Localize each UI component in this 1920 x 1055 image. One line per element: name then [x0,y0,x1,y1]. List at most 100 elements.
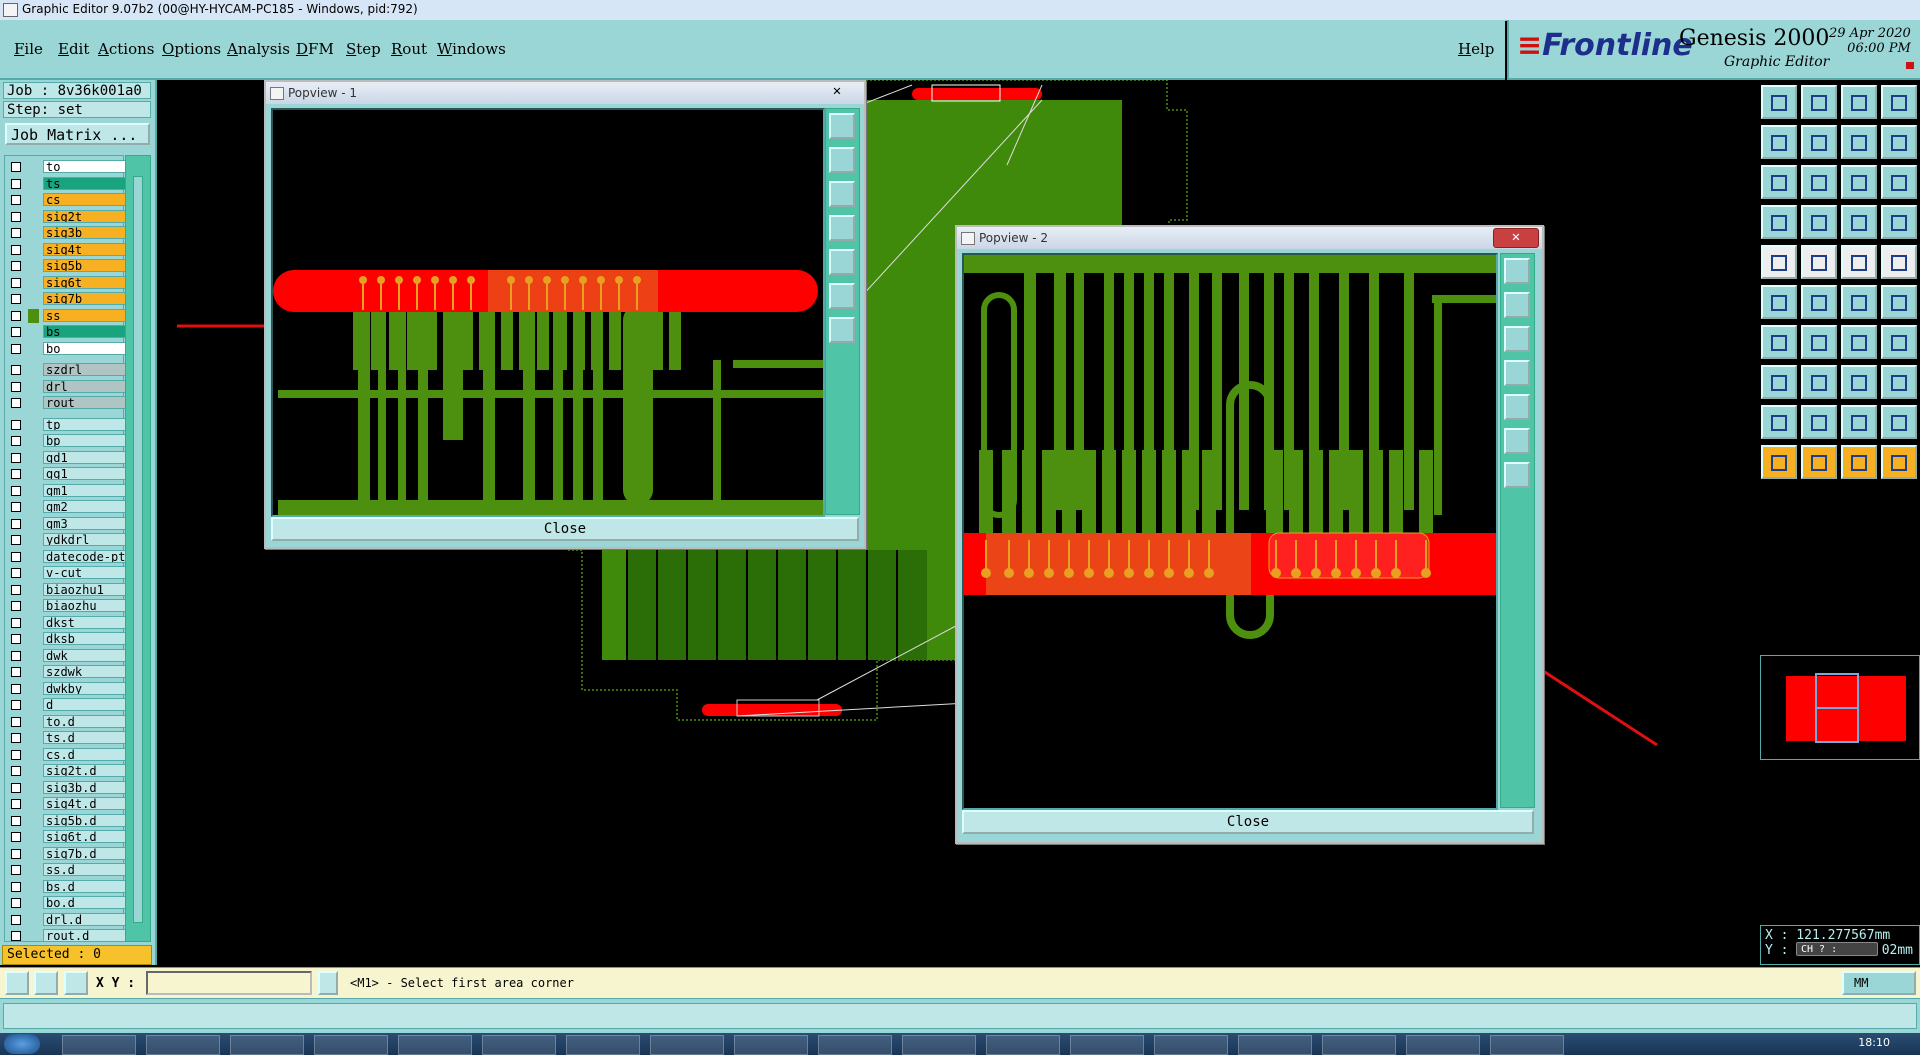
layer-row[interactable]: ts [5,176,127,191]
grid-mode-icon[interactable] [64,971,88,995]
taskbar-item[interactable] [902,1035,976,1055]
arc-icon[interactable] [1841,405,1877,439]
taskbar-item[interactable] [62,1035,136,1055]
layer-name[interactable]: sig5b [43,259,127,272]
pointer-icon[interactable] [1841,445,1877,479]
layer-name[interactable]: rout [43,396,127,409]
pointer-icon[interactable] [1801,445,1837,479]
layer-name[interactable]: tp [43,417,127,431]
layer-checkbox[interactable] [11,469,21,479]
layer-checkbox[interactable] [11,178,21,189]
layer-row[interactable]: bp [5,434,127,448]
layer-row[interactable]: rout [5,396,127,410]
layer-checkbox[interactable] [11,914,21,925]
layer-row[interactable]: biaozhu1 [5,582,127,597]
layer-name[interactable]: szdwk [43,665,127,678]
line-icon[interactable] [1841,285,1877,319]
layer-row[interactable]: gm1 [5,483,127,498]
xy-input[interactable] [146,971,312,995]
layer-name[interactable]: ydkdrl [43,533,127,546]
zoom-home-icon[interactable] [1841,85,1877,119]
layer-row[interactable]: bo [5,341,127,356]
step-icon[interactable] [1881,445,1917,479]
taskbar-item[interactable] [1238,1035,1312,1055]
snap-mode-icon[interactable] [34,971,58,995]
scrollbar-thumb[interactable] [133,176,143,923]
layer-name[interactable]: ts [43,176,127,190]
layer-checkbox[interactable] [11,436,21,446]
taskbar-item[interactable] [1490,1035,1564,1055]
layer-name[interactable]: dwkby [43,681,127,695]
menu-actions[interactable]: Actions [98,40,154,58]
arc-icon[interactable] [1841,325,1877,359]
layer-name[interactable]: dwk [43,648,127,662]
layer-checkbox[interactable] [11,733,21,743]
arc-icon[interactable] [1761,405,1797,439]
layer-checkbox[interactable] [11,244,21,255]
layer-checkbox[interactable] [11,419,21,430]
layer-row[interactable]: sig7b.d [5,846,127,861]
menu-options[interactable]: Options [162,40,221,58]
layer-checkbox[interactable] [11,551,21,562]
layer-checkbox[interactable] [11,261,21,271]
bbox-icon[interactable] [1801,245,1837,279]
layer-name[interactable]: dkst [43,615,127,629]
layer-name[interactable]: bo.d [43,896,127,909]
layer-checkbox[interactable] [11,617,21,628]
menu-help[interactable]: Help [1458,40,1494,58]
layer-name[interactable]: biaozhu [43,599,127,612]
zoom-area-icon[interactable] [1881,125,1917,159]
layer-checkbox[interactable] [11,832,21,842]
taskbar-item[interactable] [398,1035,472,1055]
layer-checkbox[interactable] [11,535,21,545]
bars-icon[interactable] [1881,325,1917,359]
zoom-out-icon[interactable] [1504,326,1530,352]
zoom-out-icon[interactable] [829,181,855,207]
layer-row[interactable]: sig6t.d [5,830,127,844]
layer-name[interactable]: v-cut [43,566,127,579]
layer-name[interactable]: sig7b [43,292,127,305]
layer-checkbox[interactable] [11,381,21,392]
start-button[interactable] [4,1034,40,1054]
pan-left-icon[interactable] [1761,125,1797,159]
layer-name[interactable]: drl.d [43,912,127,926]
popview-2-close-icon[interactable]: ✕ [1493,228,1539,248]
layer-name[interactable]: ss [43,308,127,322]
layer-row[interactable]: ss [5,308,127,323]
layer-checkbox[interactable] [11,766,21,776]
layer-name[interactable]: sig4t.d [43,797,127,810]
layer-checkbox[interactable] [11,502,21,512]
layer-name[interactable]: sig6t [43,275,127,289]
zoom-center-icon[interactable] [829,317,855,343]
pan-right-icon[interactable] [1504,394,1530,420]
minus-icon[interactable] [1801,365,1837,399]
layer-name[interactable]: sig3b.d [43,780,127,794]
layer-name[interactable]: sig7b.d [43,846,127,860]
layer-row[interactable]: dksb [5,632,127,646]
zoom-in-icon[interactable] [1801,85,1837,119]
layer-scrollbar[interactable] [125,155,151,942]
layer-name[interactable]: rout.d [43,929,127,942]
taskbar-item[interactable] [482,1035,556,1055]
layer-checkbox[interactable] [11,365,21,375]
pointer-icon[interactable] [1761,445,1797,479]
slash-icon[interactable] [1801,325,1837,359]
taskbar-item[interactable] [1322,1035,1396,1055]
taskbar-item[interactable] [650,1035,724,1055]
graph-icon[interactable] [1841,205,1877,239]
menu-file[interactable]: File [14,40,43,58]
menu-rout[interactable]: Rout [391,40,427,58]
layer-name[interactable]: bo [43,341,127,355]
taskbar-item[interactable] [1154,1035,1228,1055]
layer-name[interactable]: bs [43,325,127,338]
layer-checkbox[interactable] [11,749,21,760]
layer-name[interactable]: biaozhu1 [43,582,127,596]
layer-name[interactable]: d [43,698,127,711]
layer-row[interactable]: sig4t.d [5,797,127,811]
layer-row[interactable]: ydkdrl [5,533,127,547]
layer-checkbox[interactable] [11,881,21,892]
layer-name[interactable]: sig3b [43,226,127,239]
layer-name[interactable]: sig2t [43,209,127,223]
pan-right-icon[interactable] [1801,125,1837,159]
layer-name[interactable]: sig2t.d [43,764,127,777]
